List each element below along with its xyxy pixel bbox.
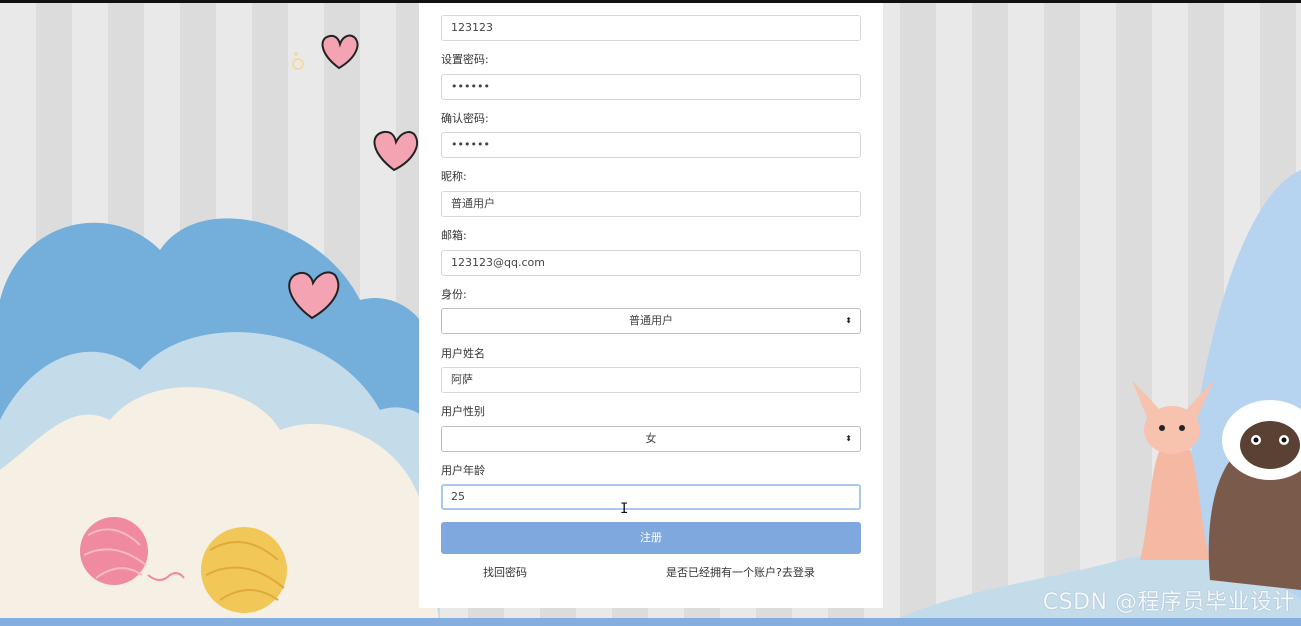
heart-icon — [321, 34, 359, 70]
age-label: 用户年龄 — [441, 464, 485, 477]
forgot-password-link[interactable]: 找回密码 — [483, 566, 527, 580]
identity-select[interactable]: 普通用户 ⬍ — [441, 308, 861, 334]
confirm-password-label: 确认密码: — [441, 112, 489, 125]
select-arrow-icon: ⬍ — [845, 434, 852, 443]
yellow-yarn-icon — [201, 527, 287, 613]
password-label: 设置密码: — [441, 53, 489, 66]
watermark: CSDN @程序员毕业设计 — [1042, 590, 1295, 615]
heart-icon — [373, 130, 419, 172]
email-input[interactable]: 123123@qq.com — [441, 250, 861, 276]
pink-yarn-icon — [80, 517, 148, 585]
text-cursor-icon: I — [620, 501, 629, 517]
register-form-panel: 123123 设置密码: •••••• 确认密码: •••••• 昵称: 普通用… — [419, 0, 883, 608]
select-arrow-icon: ⬍ — [845, 316, 852, 325]
gender-selected-value: 女 — [645, 432, 657, 445]
identity-label: 身份: — [441, 288, 467, 301]
age-input[interactable]: 25 — [441, 484, 861, 510]
top-bar — [0, 0, 1301, 3]
identity-selected-value: 普通用户 — [629, 314, 673, 327]
email-label: 邮箱: — [441, 229, 467, 242]
gender-select[interactable]: 女 ⬍ — [441, 426, 861, 452]
account-input[interactable]: 123123 — [441, 15, 861, 41]
nickname-label: 昵称: — [441, 170, 467, 183]
password-input[interactable]: •••••• — [441, 74, 861, 100]
realname-label: 用户姓名 — [441, 347, 485, 360]
gender-label: 用户性别 — [441, 405, 485, 418]
realname-input[interactable]: 阿萨 — [441, 367, 861, 393]
bottom-bar — [0, 618, 1301, 626]
register-button[interactable]: 注册 — [441, 522, 861, 554]
go-login-link[interactable]: 是否已经拥有一个账户?去登录 — [666, 566, 815, 580]
nickname-input[interactable]: 普通用户 — [441, 191, 861, 217]
confirm-password-input[interactable]: •••••• — [441, 132, 861, 158]
